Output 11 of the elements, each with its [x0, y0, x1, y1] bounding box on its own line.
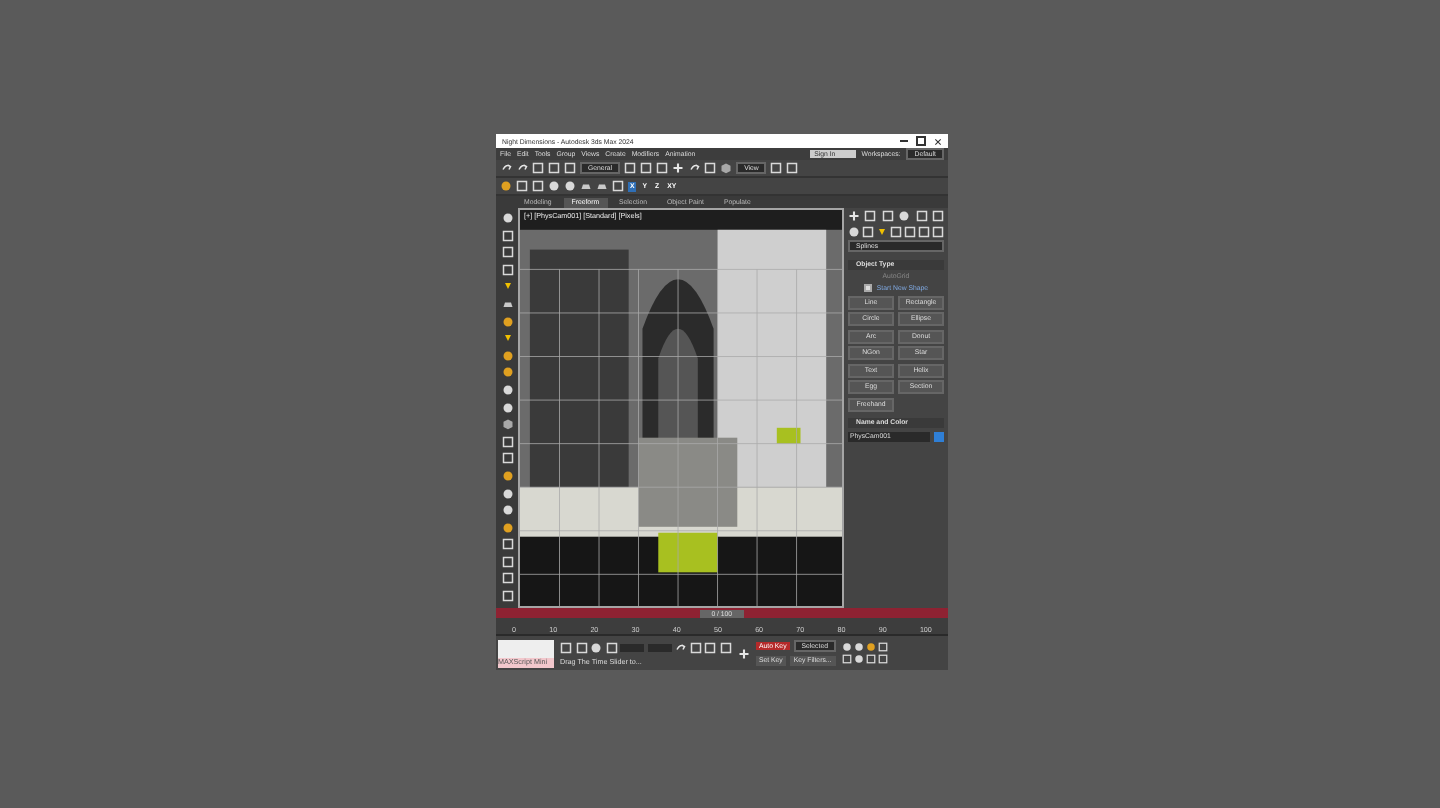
checkbox[interactable]	[863, 283, 873, 293]
color-swatch[interactable]	[934, 431, 944, 442]
maximize-button[interactable]	[916, 136, 926, 146]
tool-icon[interactable]	[672, 162, 685, 174]
tool-icon[interactable]	[516, 162, 528, 174]
tool-icon[interactable]	[688, 162, 701, 174]
panel-tab-icon[interactable]	[848, 210, 860, 222]
playback-icon[interactable]	[674, 641, 686, 653]
tool-icon[interactable]	[500, 162, 512, 174]
close-icon[interactable]	[934, 137, 942, 145]
add-key-icon[interactable]	[737, 647, 749, 659]
